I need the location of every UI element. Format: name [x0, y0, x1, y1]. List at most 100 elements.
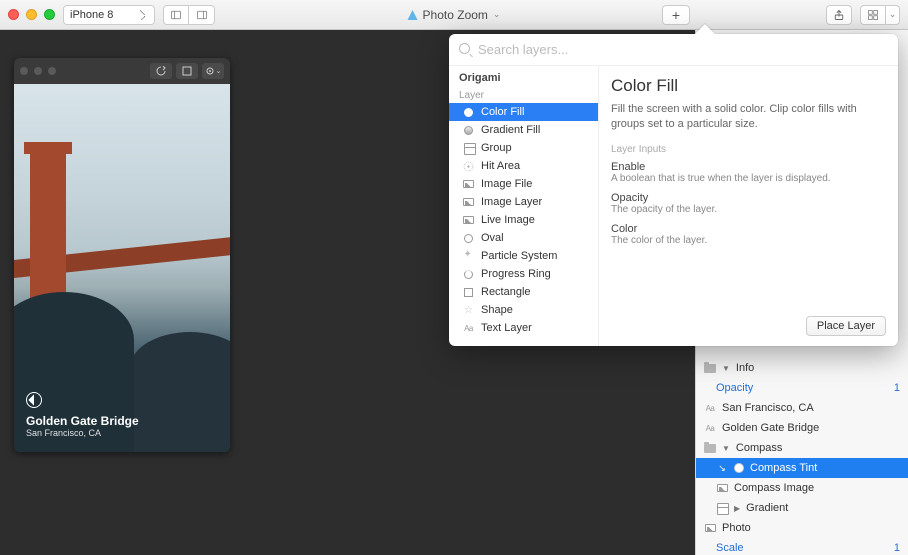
add-layer-button[interactable]	[662, 5, 690, 25]
color-fill-icon	[464, 108, 473, 117]
document-title-label: Photo Zoom	[423, 8, 488, 22]
layer-type-list: Origami Layer Color Fill Gradient Fill G…	[449, 66, 599, 346]
image-layer-icon	[463, 198, 474, 206]
outline-label: Golden Gate Bridge	[722, 422, 819, 434]
disclosure-triangle[interactable]: ▶	[734, 504, 740, 513]
list-item-color-fill[interactable]: Color Fill	[449, 103, 598, 121]
shape-icon: ☆	[463, 305, 474, 316]
detail-input-color: Color The color of the layer.	[611, 223, 886, 246]
list-group-header: Origami	[449, 66, 598, 86]
list-item-live-image[interactable]: Live Image	[449, 211, 598, 229]
disclosure-triangle[interactable]: ▼	[722, 364, 730, 373]
list-item-progress-ring[interactable]: Progress Ring	[449, 265, 598, 283]
origami-icon	[408, 10, 418, 20]
progress-ring-icon	[464, 270, 473, 279]
chevron-down-icon: ⌄	[889, 9, 897, 20]
outline-value: 1	[894, 382, 900, 394]
list-item-oval[interactable]: Oval	[449, 229, 598, 247]
text-layer-icon: Aa	[704, 422, 716, 434]
detail-title: Color Fill	[611, 76, 886, 96]
gradient-fill-icon	[464, 126, 473, 135]
detail-description: Fill the screen with a solid color. Clip…	[611, 102, 886, 132]
input-name: Opacity	[611, 192, 886, 204]
list-item-text-layer[interactable]: AaText Layer	[449, 319, 598, 337]
toolbar: iPhone 8 Photo Zoom ⌄ ⌄	[0, 0, 908, 30]
detail-input-opacity: Opacity The opacity of the layer.	[611, 192, 886, 215]
share-button[interactable]	[826, 5, 852, 25]
outline-row-photo[interactable]: Photo	[696, 518, 908, 538]
detail-input-enable: Enable A boolean that is true when the l…	[611, 161, 886, 184]
search-input[interactable]	[478, 42, 888, 57]
particle-icon	[464, 251, 474, 261]
view-mode-button[interactable]	[860, 5, 886, 25]
sidebar-toggle-group	[163, 5, 215, 25]
hit-area-icon	[463, 161, 474, 172]
list-item-rectangle[interactable]: Rectangle	[449, 283, 598, 301]
place-layer-button[interactable]: Place Layer	[806, 316, 886, 336]
restart-preview-button[interactable]	[150, 63, 172, 79]
item-label: Live Image	[481, 214, 535, 226]
window-controls	[8, 9, 55, 20]
outline-label: Opacity	[716, 382, 753, 394]
list-item-image-file[interactable]: Image File	[449, 175, 598, 193]
view-mode-menu[interactable]: ⌄	[886, 5, 900, 25]
item-label: Rectangle	[481, 286, 531, 298]
preview-dot	[34, 67, 42, 75]
outline-row-scale[interactable]: Scale 1	[696, 538, 908, 555]
outline-label: Info	[736, 362, 754, 374]
item-label: Image File	[481, 178, 532, 190]
outline-row-compass-image[interactable]: Compass Image	[696, 478, 908, 498]
outline-row-info[interactable]: ▼ Info	[696, 358, 908, 378]
item-label: Image Layer	[481, 196, 542, 208]
image-file-icon	[463, 180, 474, 188]
device-selector[interactable]: iPhone 8	[63, 5, 155, 25]
input-desc: A boolean that is true when the layer is…	[611, 173, 886, 184]
view-mode-group: ⌄	[860, 5, 900, 25]
right-sidebar-toggle[interactable]	[189, 5, 215, 25]
outline-row-text[interactable]: Aa San Francisco, CA	[696, 398, 908, 418]
preview-content: Golden Gate Bridge San Francisco, CA	[14, 84, 230, 452]
list-item-group[interactable]: Group	[449, 139, 598, 157]
group-icon	[464, 143, 474, 153]
input-desc: The color of the layer.	[611, 235, 886, 246]
zoom-window[interactable]	[44, 9, 55, 20]
image-layer-icon	[705, 524, 716, 532]
gradient-icon	[717, 503, 727, 513]
input-name: Color	[611, 223, 886, 235]
list-item-image-layer[interactable]: Image Layer	[449, 193, 598, 211]
list-item-hit-area[interactable]: Hit Area	[449, 157, 598, 175]
list-item-particle-system[interactable]: Particle System	[449, 247, 598, 265]
folder-icon	[704, 364, 716, 373]
input-desc: The opacity of the layer.	[611, 204, 886, 215]
list-sub-header: Layer	[449, 86, 598, 103]
close-window[interactable]	[8, 9, 19, 20]
item-label: Gradient Fill	[481, 124, 540, 136]
text-layer-icon: Aa	[463, 323, 474, 334]
live-image-icon	[463, 216, 474, 224]
outline-row-gradient[interactable]: ▶ Gradient	[696, 498, 908, 518]
list-item-gradient-fill[interactable]: Gradient Fill	[449, 121, 598, 139]
search-row	[449, 34, 898, 66]
left-sidebar-toggle[interactable]	[163, 5, 189, 25]
item-label: Hit Area	[481, 160, 520, 172]
outline-row-opacity[interactable]: Opacity 1	[696, 378, 908, 398]
outline-row-text[interactable]: Aa Golden Gate Bridge	[696, 418, 908, 438]
outline-label: Gradient	[746, 502, 788, 514]
preview-subtitle: San Francisco, CA	[26, 428, 139, 438]
list-item-shape[interactable]: ☆ Shape	[449, 301, 598, 319]
outline-row-compass-tint[interactable]: ↘ Compass Tint	[696, 458, 908, 478]
fullscreen-preview-button[interactable]	[176, 63, 198, 79]
folder-icon	[704, 444, 716, 453]
outline-row-compass[interactable]: ▼ Compass	[696, 438, 908, 458]
document-title[interactable]: Photo Zoom ⌄	[408, 8, 501, 22]
disclosure-triangle[interactable]: ▼	[722, 444, 730, 453]
outline-label: Photo	[722, 522, 751, 534]
outline-label: Compass	[736, 442, 782, 454]
minimize-window[interactable]	[26, 9, 37, 20]
oval-icon	[464, 234, 473, 243]
layer-detail-pane: Color Fill Fill the screen with a solid …	[599, 66, 898, 346]
item-label: Shape	[481, 304, 513, 316]
preview-settings-button[interactable]: ⌄	[202, 63, 224, 79]
outline-label: Scale	[716, 542, 744, 554]
preview-title: Golden Gate Bridge	[26, 414, 139, 428]
